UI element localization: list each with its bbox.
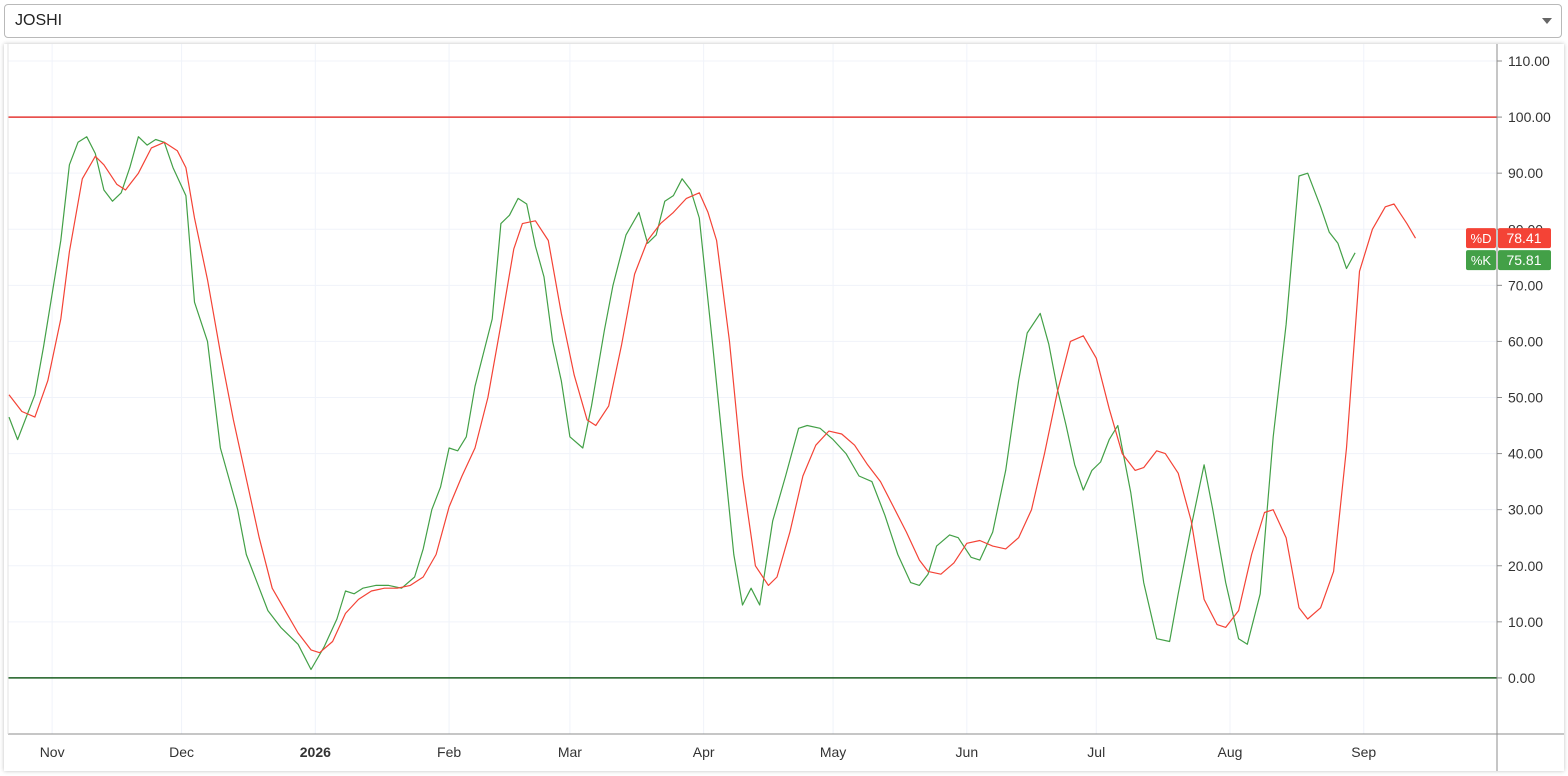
symbol-select-value: JOSHI xyxy=(15,12,63,29)
chart-panel[interactable]: 110.00100.0090.0080.0070.0060.0050.0040.… xyxy=(4,44,1564,771)
x-tick-label: Mar xyxy=(558,744,582,760)
x-tick-label: Jul xyxy=(1087,744,1105,760)
last-value-d: 78.41 xyxy=(1506,230,1541,246)
y-tick-label: 110.00 xyxy=(1508,53,1550,69)
y-tick-label: 10.00 xyxy=(1508,614,1543,630)
y-tick-label: 50.00 xyxy=(1508,390,1543,406)
stochastic-chart[interactable]: 110.00100.0090.0080.0070.0060.0050.0040.… xyxy=(4,44,1564,771)
y-tick-label: 0.00 xyxy=(1508,670,1535,686)
symbol-select[interactable]: JOSHI xyxy=(4,4,1562,38)
series-line-k xyxy=(8,136,1356,671)
series-name-d: %D xyxy=(1471,231,1492,246)
x-tick-label: Jun xyxy=(956,744,979,760)
series-name-k: %K xyxy=(1471,253,1492,268)
axes: 110.00100.0090.0080.0070.0060.0050.0040.… xyxy=(7,44,1564,771)
x-tick-label: Feb xyxy=(437,744,461,760)
y-tick-label: 20.00 xyxy=(1508,558,1543,574)
chevron-down-icon[interactable] xyxy=(1542,18,1552,24)
last-value-k: 75.81 xyxy=(1506,252,1541,268)
y-tick-label: 70.00 xyxy=(1508,277,1543,293)
grid xyxy=(8,44,1497,734)
x-tick-label: Nov xyxy=(40,744,65,760)
y-tick-label: 60.00 xyxy=(1508,333,1543,349)
y-tick-label: 100.00 xyxy=(1508,109,1551,125)
y-tick-label: 40.00 xyxy=(1508,446,1543,462)
x-tick-label: Dec xyxy=(169,744,194,760)
y-tick-label: 90.00 xyxy=(1508,165,1543,181)
x-tick-label: Aug xyxy=(1218,744,1243,760)
series-lines xyxy=(8,136,1417,671)
x-tick-label: Apr xyxy=(693,744,715,760)
x-tick-label: 2026 xyxy=(300,744,331,760)
x-tick-label: May xyxy=(820,744,846,760)
x-tick-label: Sep xyxy=(1351,744,1376,760)
last-value-labels: %D 78.41 %K 75.81 xyxy=(1466,228,1551,271)
y-tick-label: 30.00 xyxy=(1508,502,1543,518)
